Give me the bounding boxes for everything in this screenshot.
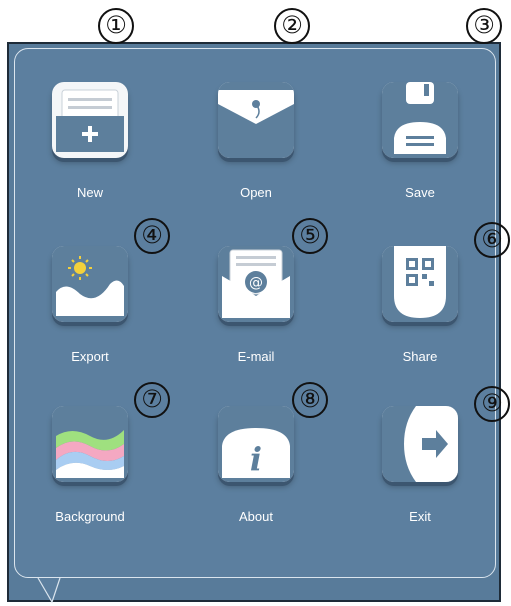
marker-9: ⑨: [474, 386, 510, 422]
menu-item-export[interactable]: Export: [30, 244, 150, 374]
menu-item-label: Background: [55, 509, 125, 524]
marker-6: ⑥: [474, 222, 510, 258]
menu-item-label: Exit: [409, 509, 431, 524]
exit-arrow-icon: [382, 406, 458, 482]
marker-5: ⑤: [292, 218, 328, 254]
marker-2: ②: [274, 8, 310, 44]
menu-item-label: Export: [71, 349, 109, 364]
menu-item-exit[interactable]: Exit: [360, 404, 480, 534]
floppy-disk-icon: [382, 82, 458, 158]
menu-item-label: E-mail: [237, 349, 275, 364]
menu-item-label: New: [76, 185, 103, 200]
marker-4: ④: [134, 218, 170, 254]
menu-item-email[interactable]: @ E-mail: [196, 244, 316, 374]
email-envelope-icon: @: [218, 246, 294, 322]
menu-item-save[interactable]: Save: [360, 80, 480, 210]
new-document-icon: [52, 82, 128, 158]
menu-item-label: Save: [405, 185, 435, 200]
menu-item-new[interactable]: New: [30, 80, 150, 210]
color-waves-icon: [52, 406, 128, 482]
menu-item-about[interactable]: i About: [196, 404, 316, 534]
menu-item-label: Open: [240, 185, 272, 200]
marker-7: ⑦: [134, 382, 170, 418]
marker-8: ⑧: [292, 382, 328, 418]
menu-item-open[interactable]: Open: [196, 80, 316, 210]
menu-item-label: Share: [402, 349, 438, 364]
open-envelope-icon: [218, 82, 294, 158]
info-icon: i: [218, 406, 294, 482]
menu-item-share[interactable]: Share: [360, 244, 480, 374]
menu-item-label: About: [239, 509, 273, 524]
svg-text:@: @: [249, 275, 263, 291]
landscape-image-icon: [52, 246, 128, 322]
marker-3: ③: [466, 8, 502, 44]
qr-code-icon: [382, 246, 458, 322]
popup-pointer-tail: [37, 577, 61, 604]
marker-1: ①: [98, 8, 134, 44]
svg-text:i: i: [250, 440, 262, 478]
menu-item-background[interactable]: Background: [30, 404, 150, 534]
